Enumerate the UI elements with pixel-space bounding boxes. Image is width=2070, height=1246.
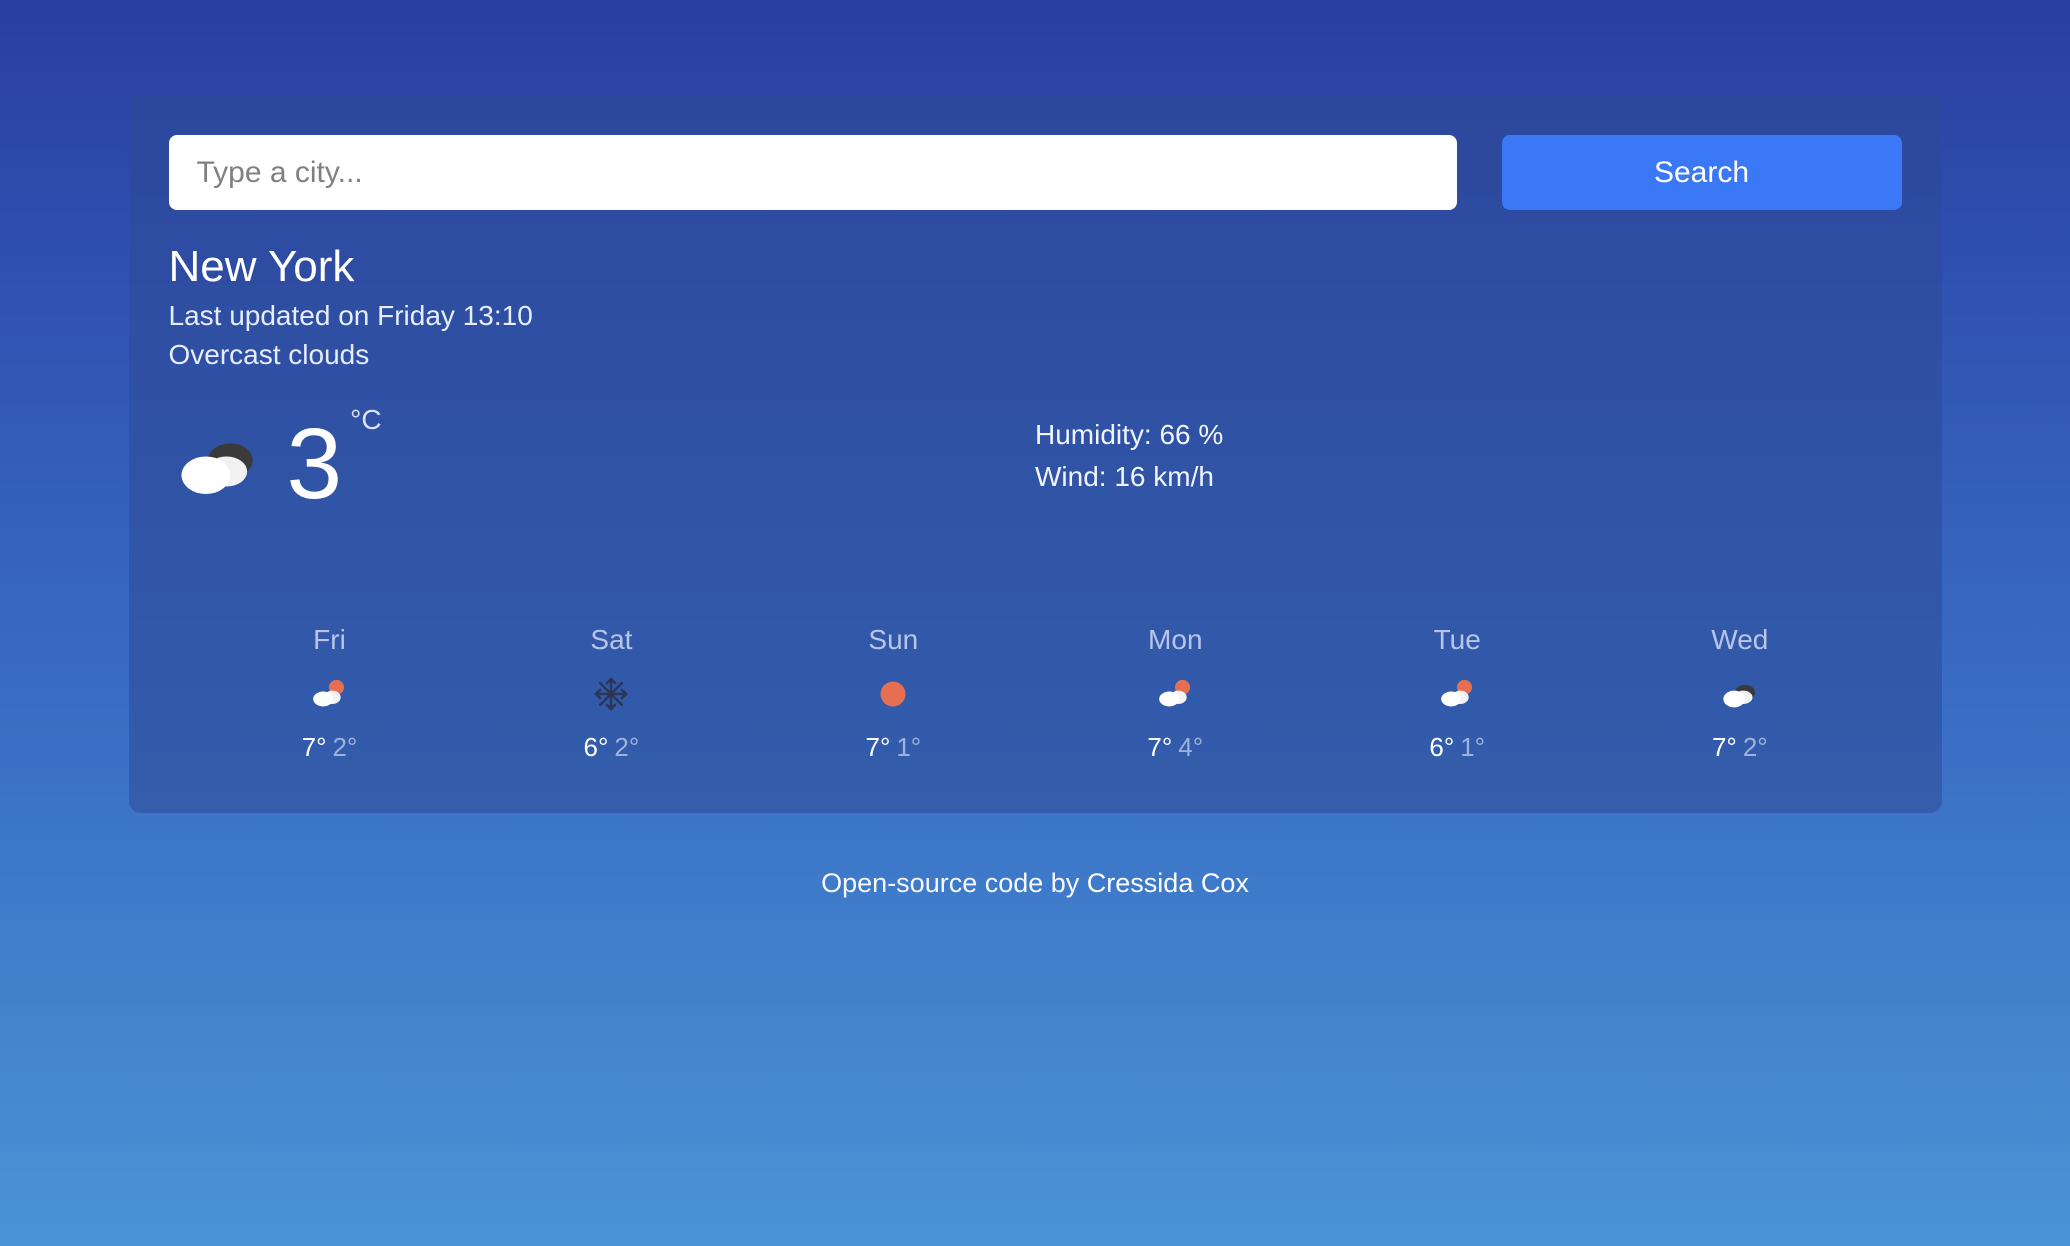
forecast-day: Mon — [1148, 624, 1202, 656]
city-search-input[interactable] — [169, 135, 1457, 210]
temperature-unit[interactable]: °C — [350, 404, 381, 436]
current-conditions: 3 °C Humidity: 66 % Wind: 16 km/h — [169, 414, 1902, 514]
forecast-item: Mon 7°4° — [1147, 624, 1203, 763]
footer-credit: Open-source code by Cressida Cox — [0, 868, 2070, 899]
forecast-low: 1° — [1460, 732, 1485, 762]
forecast-low: 2° — [1743, 732, 1768, 762]
forecast-item: Wed 7°2° — [1711, 624, 1768, 763]
forecast-item: Sat 6°2° — [584, 624, 640, 763]
current-weather-icon — [169, 414, 269, 514]
forecast-low: 2° — [614, 732, 639, 762]
weather-card: Search New York Last updated on Friday 1… — [129, 95, 1942, 813]
forecast-temps: 6°2° — [584, 732, 640, 763]
forecast-temps: 7°4° — [1147, 732, 1203, 763]
forecast-low: 4° — [1178, 732, 1203, 762]
forecast-temps: 7°2° — [1712, 732, 1768, 763]
forecast-high: 7° — [1147, 732, 1172, 762]
forecast-weather-icon — [305, 670, 353, 718]
forecast-high: 6° — [584, 732, 609, 762]
current-stats: Humidity: 66 % Wind: 16 km/h — [1035, 414, 1902, 498]
forecast-weather-icon — [587, 670, 635, 718]
forecast-weather-icon — [1716, 670, 1764, 718]
forecast-day: Tue — [1434, 624, 1481, 656]
forecast-item: Sun 7°1° — [865, 624, 921, 763]
forecast-temps: 6°1° — [1429, 732, 1485, 763]
forecast-high: 7° — [865, 732, 890, 762]
forecast-temps: 7°1° — [865, 732, 921, 763]
forecast-weather-icon — [869, 670, 917, 718]
footer-prefix: Open-source code by — [821, 868, 1087, 898]
location-block: New York Last updated on Friday 13:10 Ov… — [169, 242, 1902, 374]
forecast-low: 1° — [896, 732, 921, 762]
forecast-item: Fri 7°2° — [302, 624, 358, 763]
forecast-day: Sun — [868, 624, 918, 656]
humidity-line: Humidity: 66 % — [1035, 414, 1902, 456]
wind-line: Wind: 16 km/h — [1035, 456, 1902, 498]
forecast-high: 7° — [1712, 732, 1737, 762]
forecast-day: Wed — [1711, 624, 1768, 656]
forecast-high: 6° — [1429, 732, 1454, 762]
forecast-day: Fri — [313, 624, 346, 656]
forecast-high: 7° — [302, 732, 327, 762]
forecast-temps: 7°2° — [302, 732, 358, 763]
forecast-weather-icon — [1151, 670, 1199, 718]
forecast-item: Tue 6°1° — [1429, 624, 1485, 763]
search-button[interactable]: Search — [1502, 135, 1902, 210]
current-left: 3 °C — [169, 414, 1036, 514]
last-updated: Last updated on Friday 13:10 — [169, 296, 1902, 335]
footer-author-link[interactable]: Cressida Cox — [1087, 868, 1249, 898]
city-name: New York — [169, 242, 1902, 292]
forecast-day: Sat — [590, 624, 632, 656]
forecast-weather-icon — [1433, 670, 1481, 718]
forecast-low: 2° — [332, 732, 357, 762]
search-row: Search — [169, 135, 1902, 210]
weather-description: Overcast clouds — [169, 335, 1902, 374]
forecast-row: Fri7°2°Sat6°2°Sun7°1°Mon7°4°Tue6°1°Wed7°… — [169, 624, 1902, 763]
current-temperature: 3 — [287, 414, 343, 514]
